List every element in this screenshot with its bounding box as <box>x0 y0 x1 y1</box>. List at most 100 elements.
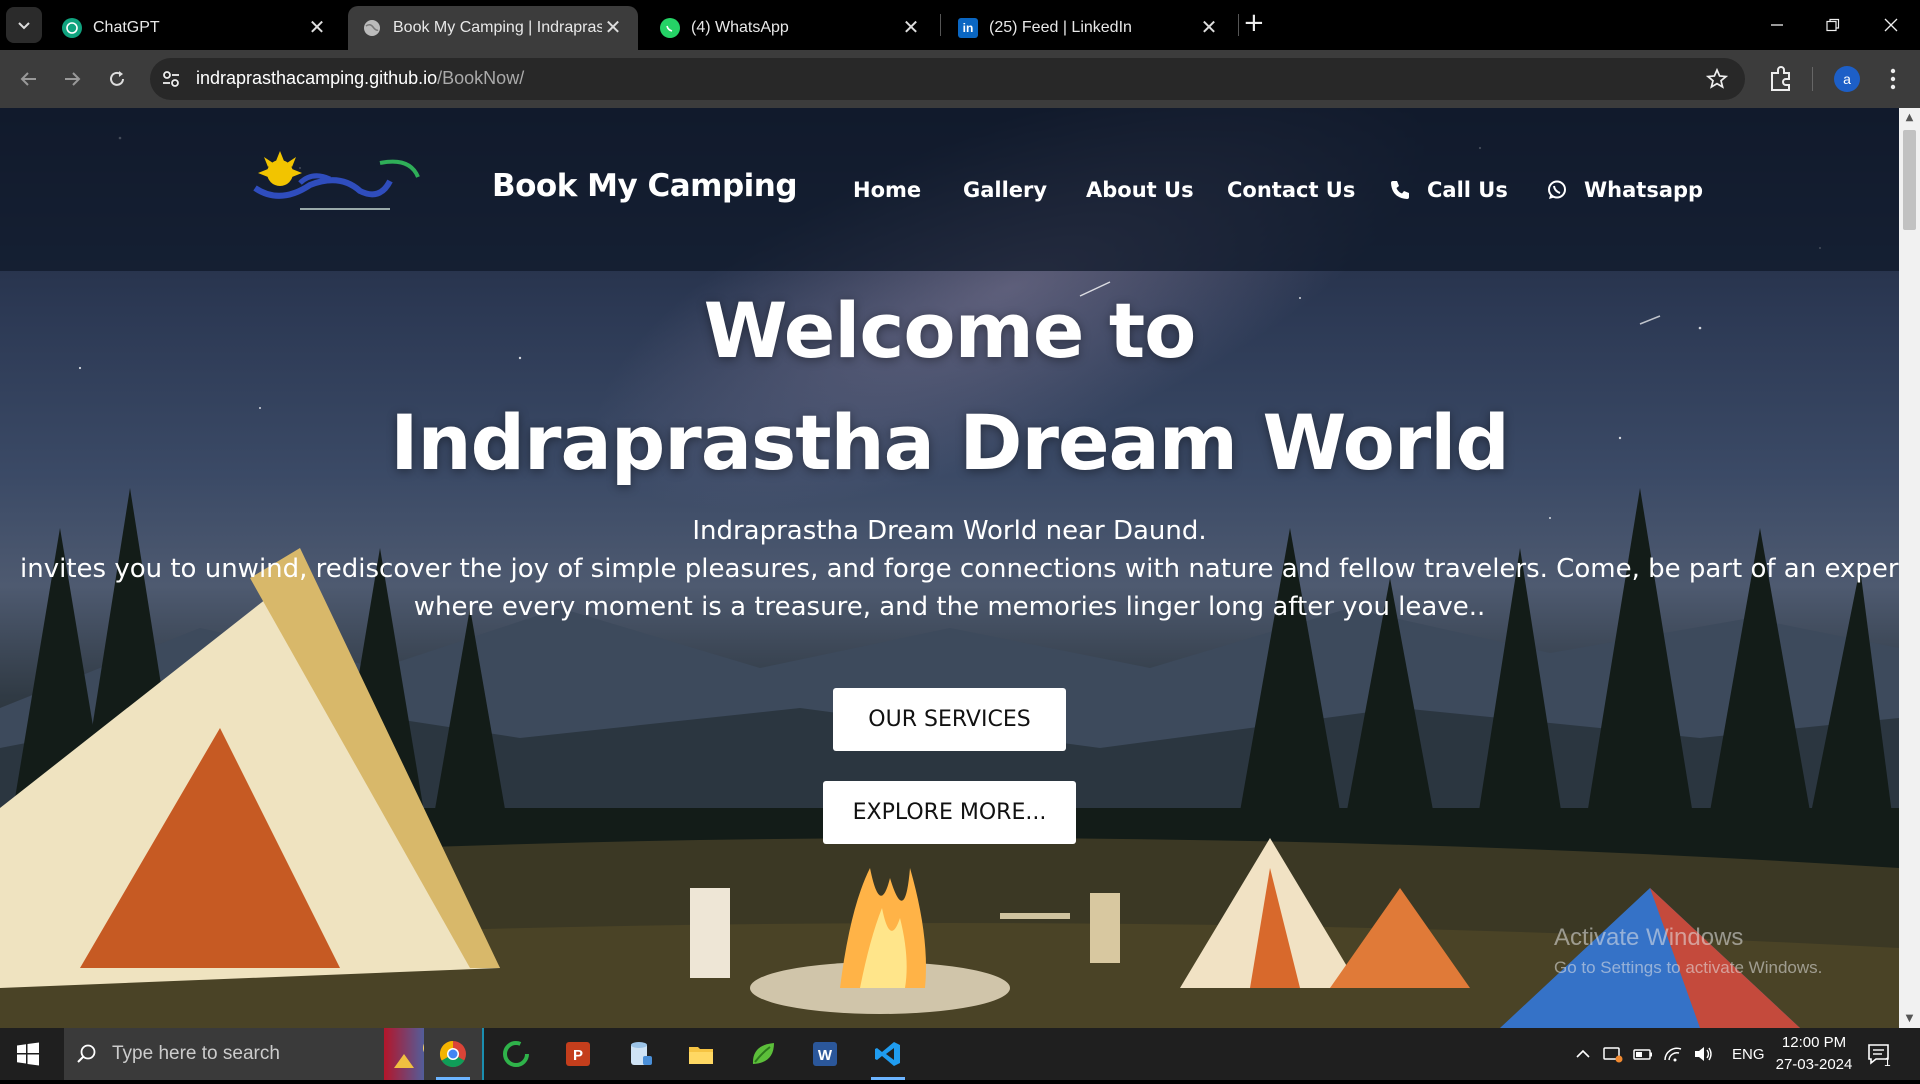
database-icon <box>631 1042 652 1065</box>
back-arrow-icon[interactable] <box>14 64 44 94</box>
tab-separator <box>1238 14 1239 36</box>
tab-title: Book My Camping | Indraprastha <box>393 19 602 36</box>
language-indicator[interactable]: ENG <box>1732 1046 1765 1063</box>
hero-sub-line2: invites you to unwind, rediscover the jo… <box>20 554 1899 584</box>
nav-home[interactable]: Home <box>853 178 921 202</box>
clock-date: 27-03-2024 <box>1775 1056 1853 1073</box>
powerpoint-icon: P <box>566 1042 590 1066</box>
tab-book-my-camping[interactable]: Book My Camping | Indraprastha ✕ <box>348 6 638 50</box>
vscode-icon <box>875 1042 900 1066</box>
windows-start-icon[interactable] <box>16 1042 40 1066</box>
extensions-icon[interactable] <box>1768 64 1794 94</box>
taskbar-clock[interactable]: 12:00 PM 27-03-2024 <box>1764 1032 1864 1076</box>
close-tab-icon[interactable]: ✕ <box>602 18 624 38</box>
taskbar-vscode[interactable] <box>859 1028 917 1080</box>
close-tab-icon[interactable]: ✕ <box>1198 18 1220 38</box>
hero-sub-line1: Indraprastha Dream World near Daund. <box>692 516 1207 546</box>
activate-windows-watermark: Activate Windows Go to Settings to activ… <box>1554 924 1822 978</box>
close-window-icon[interactable] <box>1876 10 1906 40</box>
taskbar-database-app[interactable] <box>611 1028 669 1080</box>
forward-arrow-icon[interactable] <box>57 64 87 94</box>
notification-count: 1 <box>1884 1055 1891 1069</box>
battery-icon[interactable] <box>1632 1044 1654 1064</box>
scroll-down-arrow-icon[interactable]: ▼ <box>1904 1013 1915 1024</box>
linkedin-icon: in <box>958 18 978 38</box>
nav-label: Whatsapp <box>1584 178 1704 202</box>
reload-icon[interactable] <box>102 64 132 94</box>
svg-text:W: W <box>818 1047 833 1064</box>
site-brand[interactable]: Book My Camping <box>492 168 798 204</box>
site-info-icon[interactable] <box>160 68 182 90</box>
taskbar-refresh-app[interactable] <box>487 1028 545 1080</box>
hero-sub-line3: where every moment is a treasure, and th… <box>413 592 1486 622</box>
nav-about-us[interactable]: About Us <box>1086 178 1194 202</box>
browser-tab-strip: ChatGPT ✕ Book My Camping | Indraprastha… <box>0 0 1920 50</box>
close-tab-icon[interactable]: ✕ <box>306 18 328 38</box>
hero-description: Indraprastha Dream World near Daund. inv… <box>0 512 1899 626</box>
system-tray: ENG <box>1568 1028 1765 1080</box>
nav-contact-us[interactable]: Contact Us <box>1227 178 1355 202</box>
bookmark-star-icon[interactable] <box>1705 67 1729 91</box>
nav-whatsapp[interactable]: Whatsapp <box>1546 178 1703 202</box>
tab-title: ChatGPT <box>93 19 160 36</box>
site-header: Book My Camping Home Gallery About Us Co… <box>0 108 1899 271</box>
minimize-icon[interactable] <box>1762 10 1792 40</box>
nav-gallery[interactable]: Gallery <box>963 178 1047 202</box>
explore-more-button[interactable]: EXPLORE MORE... <box>823 781 1076 844</box>
web-page: Book My Camping Home Gallery About Us Co… <box>0 108 1899 1028</box>
leaf-app-icon <box>752 1043 774 1064</box>
new-tab-icon[interactable]: + <box>1243 10 1265 36</box>
url-text: indraprasthacamping.github.io/BookNow/ <box>196 68 524 89</box>
address-bar[interactable]: indraprasthacamping.github.io/BookNow/ <box>150 58 1745 100</box>
watermark-subtitle: Go to Settings to activate Windows. <box>1554 958 1823 977</box>
tab-separator <box>940 14 941 36</box>
notification-center[interactable]: 1 <box>1866 1028 1891 1080</box>
tab-whatsapp[interactable]: (4) WhatsApp ✕ <box>646 6 936 50</box>
taskbar-powerpoint[interactable]: P <box>549 1028 607 1080</box>
nav-label: Contact Us <box>1227 178 1356 202</box>
profile-avatar[interactable]: a <box>1834 66 1860 92</box>
tab-chatgpt[interactable]: ChatGPT ✕ <box>48 6 342 50</box>
watermark-title: Activate Windows <box>1554 924 1744 951</box>
our-services-button[interactable]: OUR SERVICES <box>833 688 1066 751</box>
search-placeholder: Type here to search <box>112 1043 280 1064</box>
url-path: /BookNow/ <box>437 68 525 88</box>
nav-label: Home <box>853 178 922 202</box>
nav-label: About Us <box>1086 178 1194 202</box>
green-circle-app-icon <box>503 1041 529 1067</box>
more-menu-icon[interactable] <box>1880 66 1906 92</box>
restore-icon[interactable] <box>1818 10 1848 40</box>
chrome-icon <box>439 1040 466 1068</box>
scroll-up-arrow-icon[interactable]: ▲ <box>1904 112 1915 123</box>
nav-label: Gallery <box>963 178 1048 202</box>
hero-heading-line1: Welcome to <box>703 286 1197 375</box>
taskbar-word[interactable]: W <box>796 1028 854 1080</box>
scrollbar-thumb[interactable] <box>1903 130 1916 230</box>
meet-now-icon[interactable] <box>1602 1044 1624 1064</box>
url-host: indraprasthacamping.github.io <box>196 68 438 88</box>
page-scrollbar[interactable]: ▲ ▼ <box>1899 108 1920 1028</box>
taskbar-leaf-app[interactable] <box>734 1028 792 1080</box>
chatgpt-icon <box>62 18 82 38</box>
word-icon: W <box>813 1042 837 1066</box>
chevron-up-icon[interactable] <box>1574 1045 1592 1063</box>
wifi-icon[interactable] <box>1662 1044 1684 1064</box>
volume-icon[interactable] <box>1692 1044 1714 1064</box>
svg-text:P: P <box>573 1047 583 1064</box>
taskbar-file-explorer[interactable] <box>672 1028 730 1080</box>
indraprastha-logo[interactable] <box>240 143 425 225</box>
nav-call-us[interactable]: Call Us <box>1389 178 1508 202</box>
tab-search-button[interactable] <box>6 7 42 43</box>
taskbar-search-box[interactable]: Type here to search <box>64 1028 484 1080</box>
tab-linkedin[interactable]: in (25) Feed | LinkedIn ✕ <box>944 6 1234 50</box>
search-icon <box>77 1044 96 1063</box>
taskbar-chrome[interactable] <box>424 1028 482 1080</box>
chevron-down-icon <box>18 22 30 30</box>
clock-time: 12:00 PM <box>1781 1034 1847 1051</box>
close-tab-icon[interactable]: ✕ <box>900 18 922 38</box>
nav-label: Call Us <box>1427 178 1508 202</box>
hero-heading-line2: Indraprastha Dream World <box>390 398 1509 487</box>
folder-icon <box>689 1047 713 1064</box>
browser-toolbar: indraprasthacamping.github.io/BookNow/ a <box>0 50 1920 108</box>
tab-title: (25) Feed | LinkedIn <box>989 19 1132 36</box>
